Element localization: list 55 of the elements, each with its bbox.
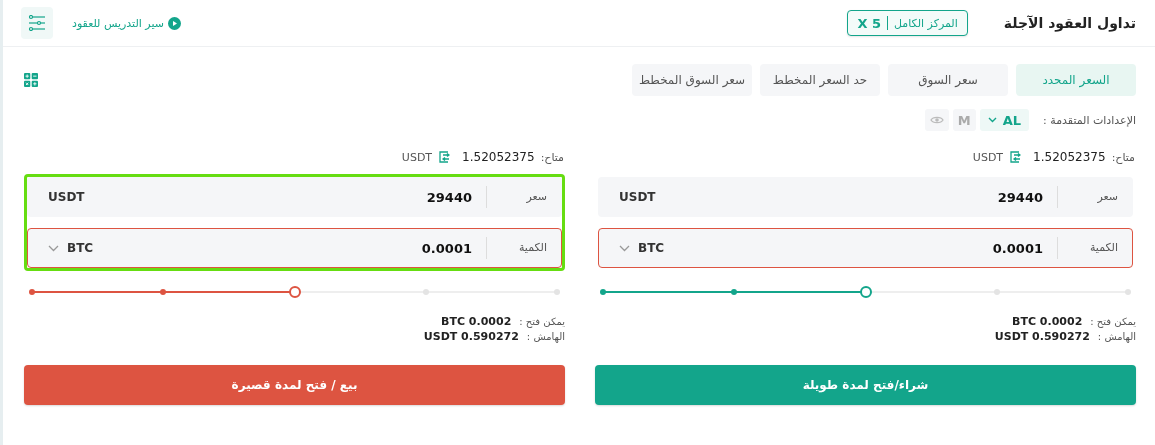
sell-button[interactable]: بيع / فتح لمدة قصيرة xyxy=(24,365,565,405)
max-open-label: يمكن فتح : xyxy=(519,316,565,327)
available-balance: 1.52052375 xyxy=(462,150,535,164)
max-open-value: BTC 0.0002 xyxy=(441,315,512,328)
unit-label: BTC xyxy=(638,241,665,255)
page-title: تداول العقود الآجلة xyxy=(1003,15,1136,31)
field-value: 29440 xyxy=(425,189,472,205)
slider-step-dot xyxy=(1125,289,1131,295)
percentage-slider[interactable] xyxy=(32,285,557,299)
slider-step-dot xyxy=(731,289,738,295)
eye-button[interactable] xyxy=(924,109,949,131)
slider-step-dot xyxy=(160,289,167,295)
chevron-down-icon xyxy=(987,117,997,123)
eye-icon xyxy=(929,115,944,125)
unit-label: BTC xyxy=(67,241,94,255)
slider-step-dot xyxy=(554,289,560,295)
field-label: الكمية xyxy=(1057,237,1118,259)
available-balance: 1.52052375 xyxy=(1033,150,1106,164)
chevron-down-icon[interactable] xyxy=(619,244,630,252)
margin-value: USDT 0.590272 xyxy=(994,330,1090,343)
order-type-tab[interactable]: سعر السوق xyxy=(888,64,1008,96)
margin-value: USDT 0.590272 xyxy=(423,330,519,343)
slider-step-dot xyxy=(422,289,429,295)
currency-label: USDT xyxy=(401,150,433,164)
order-type-tab[interactable]: سعر السوق المخطط xyxy=(632,64,752,96)
slider-thumb[interactable] xyxy=(288,286,301,298)
unit-label: USDT xyxy=(619,190,656,204)
chevron-down-icon[interactable] xyxy=(48,244,59,252)
slider-step-dot xyxy=(600,289,606,295)
sliders-icon xyxy=(28,15,46,31)
field-label: سعر xyxy=(1057,186,1118,208)
field-label: الكمية xyxy=(486,237,547,259)
slider-step-dot xyxy=(993,289,1000,295)
slider-thumb[interactable] xyxy=(859,286,872,298)
unit-label: USDT xyxy=(48,190,85,204)
slider-step-dot xyxy=(29,289,35,295)
order-type-tab[interactable]: حد السعر المخطط xyxy=(760,64,880,96)
currency-label: USDT xyxy=(972,150,1004,164)
field-value: 29440 xyxy=(996,189,1043,205)
margin-label: الهامش : xyxy=(526,331,565,342)
field-value: 0.0001 xyxy=(991,240,1043,256)
transfer-icon[interactable] xyxy=(438,151,451,163)
margin-label: الهامش : xyxy=(1097,331,1136,342)
max-open-value: BTC 0.0002 xyxy=(1012,315,1083,328)
field-label: سعر xyxy=(486,186,547,208)
filter-settings-button[interactable] xyxy=(21,7,53,39)
field-value: 0.0001 xyxy=(420,240,472,256)
max-open-label: يمكن فتح : xyxy=(1090,316,1136,327)
play-icon xyxy=(167,16,181,30)
settings-label: الإعدادات المتقدمة : xyxy=(1043,113,1136,127)
available-label: متاح: xyxy=(540,150,564,164)
transfer-icon[interactable] xyxy=(1009,151,1022,163)
calculator-icon[interactable] xyxy=(24,73,38,87)
available-label: متاح: xyxy=(1111,150,1135,164)
percentage-slider[interactable] xyxy=(603,285,1128,299)
